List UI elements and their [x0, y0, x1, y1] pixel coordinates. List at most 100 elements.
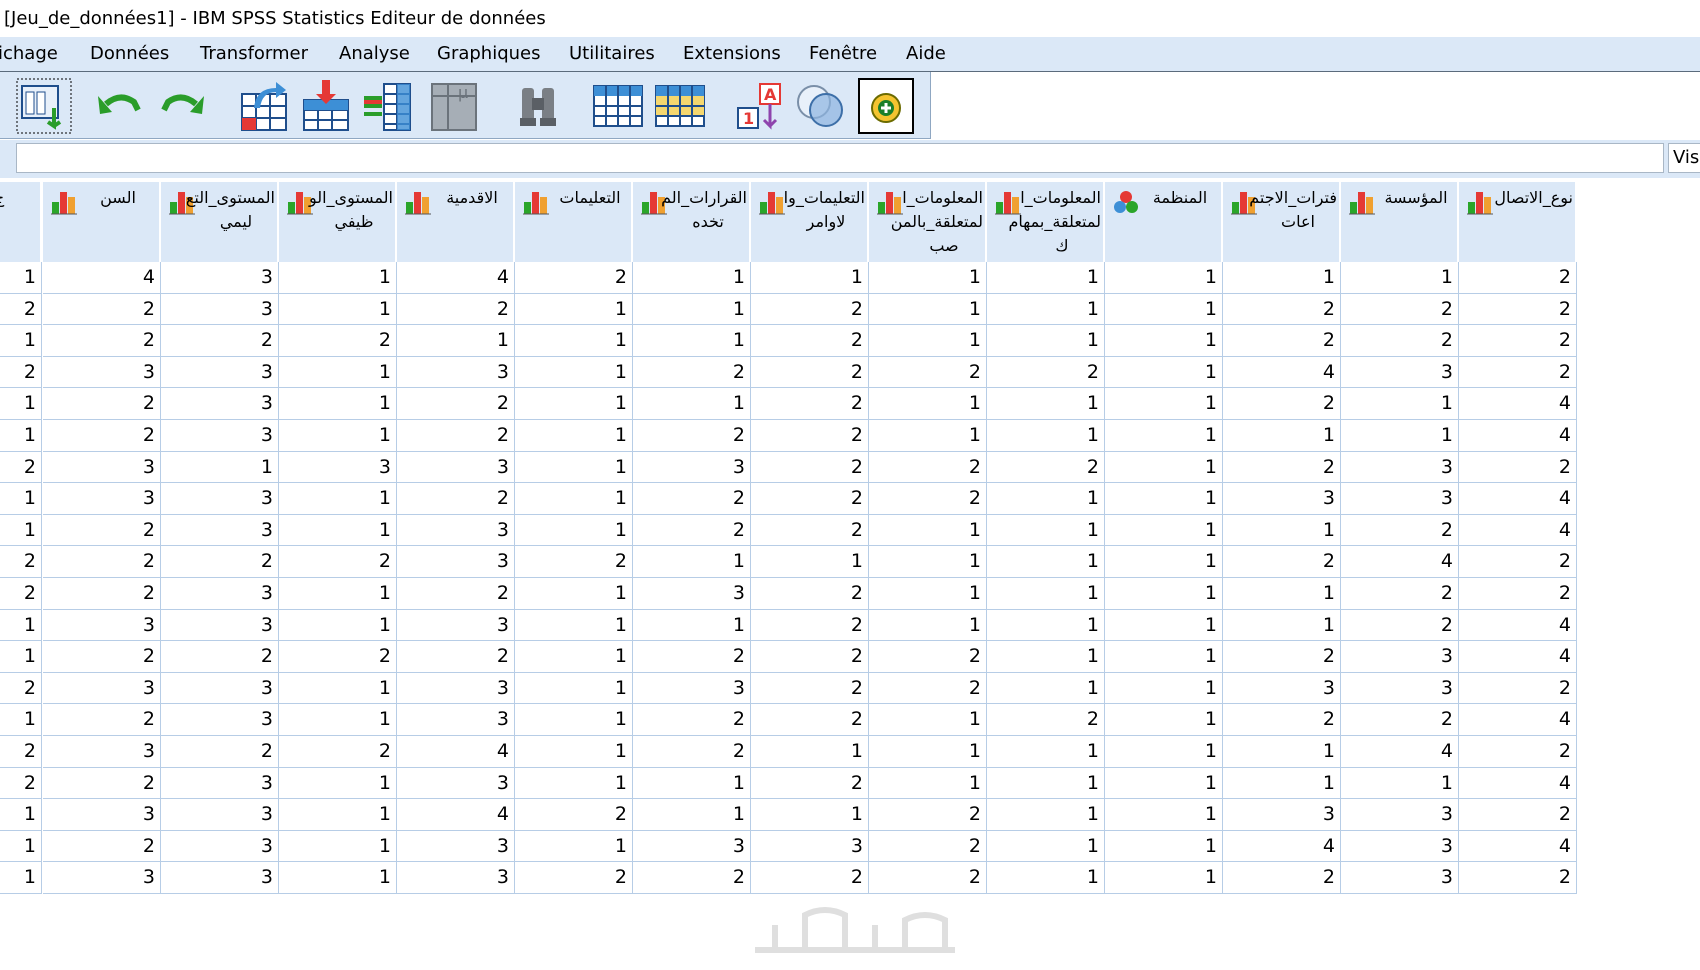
data-cell[interactable]: 2	[633, 514, 751, 547]
data-cell[interactable]: 1	[1105, 388, 1223, 420]
data-cell[interactable]: 3	[1341, 672, 1459, 705]
data-cell[interactable]: 1	[987, 293, 1105, 326]
data-cell[interactable]: 1	[869, 262, 987, 294]
data-cell[interactable]: 3	[161, 862, 279, 894]
data-cell[interactable]: 2	[43, 641, 161, 673]
data-cell[interactable]: 3	[397, 672, 515, 705]
data-cell[interactable]: 2	[869, 451, 987, 484]
data-cell[interactable]: 2	[751, 325, 869, 357]
data-cell[interactable]: 2	[0, 736, 42, 768]
data-cell[interactable]: 1	[869, 420, 987, 452]
data-cell[interactable]: 1	[751, 736, 869, 768]
data-cell[interactable]: 1	[515, 672, 633, 705]
data-cell[interactable]: 2	[633, 420, 751, 452]
data-cell[interactable]: 3	[1341, 641, 1459, 673]
data-cell[interactable]: 2	[633, 704, 751, 736]
data-cell[interactable]: 1	[1341, 767, 1459, 800]
data-cell[interactable]: 1	[515, 641, 633, 673]
menu-analyze[interactable]: Analyse	[339, 37, 410, 71]
data-cell[interactable]: 2	[1341, 609, 1459, 642]
recall-dialog-button[interactable]	[16, 78, 72, 134]
data-cell[interactable]: 2	[43, 293, 161, 326]
data-cell[interactable]: 1	[1341, 262, 1459, 294]
data-cell[interactable]: 1	[279, 514, 397, 547]
data-cell[interactable]: 1	[987, 641, 1105, 673]
data-cell[interactable]: 2	[161, 546, 279, 578]
data-cell[interactable]: 2	[1341, 325, 1459, 357]
data-cell[interactable]: 3	[161, 420, 279, 452]
data-cell[interactable]: 3	[1341, 830, 1459, 863]
goto-case-button[interactable]	[236, 78, 292, 134]
data-cell[interactable]: 1	[1105, 862, 1223, 894]
data-cell[interactable]: 1	[987, 546, 1105, 578]
data-cell[interactable]: 4	[1223, 830, 1341, 863]
data-cell[interactable]: 3	[1223, 799, 1341, 831]
data-cell[interactable]: 1	[987, 420, 1105, 452]
menu-utilities[interactable]: Utilitaires	[569, 37, 655, 71]
data-cell[interactable]: 2	[397, 293, 515, 326]
data-cell[interactable]: 1	[987, 483, 1105, 515]
data-cell[interactable]: 1	[1105, 641, 1223, 673]
data-cell[interactable]: 2	[515, 262, 633, 294]
data-cell[interactable]: 2	[751, 483, 869, 515]
data-cell[interactable]: 1	[1105, 578, 1223, 610]
insert-variable-button[interactable]	[360, 78, 416, 134]
data-cell[interactable]: 2	[0, 546, 42, 578]
data-cell[interactable]: 2	[1459, 672, 1577, 705]
data-cell[interactable]: 3	[161, 262, 279, 294]
select-cases-button[interactable]	[652, 78, 708, 134]
data-cell[interactable]: 1	[869, 514, 987, 547]
data-cell[interactable]: 2	[279, 325, 397, 357]
data-cell[interactable]: 3	[397, 704, 515, 736]
data-cell[interactable]: 1	[515, 420, 633, 452]
data-cell[interactable]: 1	[987, 799, 1105, 831]
data-cell[interactable]: 1	[515, 451, 633, 484]
data-cell[interactable]: 2	[633, 736, 751, 768]
data-cell[interactable]: 1	[1105, 483, 1223, 515]
data-cell[interactable]: 1	[633, 388, 751, 420]
menu-transform[interactable]: Transformer	[200, 37, 308, 71]
data-cell[interactable]: 1	[0, 641, 42, 673]
data-cell[interactable]: 3	[633, 578, 751, 610]
data-cell[interactable]: 1	[515, 483, 633, 515]
split-file-button[interactable]	[590, 78, 646, 134]
data-cell[interactable]: 1	[515, 356, 633, 389]
data-cell[interactable]: 1	[1105, 767, 1223, 800]
data-cell[interactable]: 3	[43, 483, 161, 515]
data-cell[interactable]: 1	[1105, 609, 1223, 642]
data-cell[interactable]: 1	[1105, 325, 1223, 357]
data-cell[interactable]: 2	[43, 704, 161, 736]
data-cell[interactable]: 1	[0, 388, 42, 420]
data-cell[interactable]: 2	[0, 672, 42, 705]
data-cell[interactable]: 2	[0, 356, 42, 389]
data-cell[interactable]: 2	[1459, 862, 1577, 894]
data-cell[interactable]: 1	[515, 514, 633, 547]
data-cell[interactable]: 4	[397, 262, 515, 294]
data-cell[interactable]: 3	[397, 830, 515, 863]
data-cell[interactable]: 2	[397, 388, 515, 420]
data-cell[interactable]: 2	[515, 862, 633, 894]
data-cell[interactable]: 2	[751, 420, 869, 452]
find-button[interactable]	[510, 78, 566, 134]
data-cell[interactable]: 2	[1223, 862, 1341, 894]
data-cell[interactable]: 3	[397, 546, 515, 578]
data-cell[interactable]: 2	[869, 356, 987, 389]
data-cell[interactable]: 3	[397, 609, 515, 642]
data-cell[interactable]: 3	[397, 862, 515, 894]
data-cell[interactable]: 4	[1459, 483, 1577, 515]
data-cell[interactable]: 1	[279, 830, 397, 863]
data-cell[interactable]: 2	[1459, 325, 1577, 357]
data-cell[interactable]: 3	[43, 672, 161, 705]
data-cell[interactable]: 2	[869, 483, 987, 515]
data-cell[interactable]: 1	[869, 736, 987, 768]
data-cell[interactable]: 2	[397, 483, 515, 515]
data-cell[interactable]: 1	[1223, 514, 1341, 547]
data-cell[interactable]: 1	[987, 736, 1105, 768]
data-cell[interactable]: 1	[515, 388, 633, 420]
data-cell[interactable]: 3	[1223, 672, 1341, 705]
data-cell[interactable]: 2	[1341, 578, 1459, 610]
data-cell[interactable]: 2	[279, 736, 397, 768]
data-cell[interactable]: 1	[1105, 420, 1223, 452]
data-cell[interactable]: 1	[279, 609, 397, 642]
data-cell[interactable]: 1	[633, 799, 751, 831]
